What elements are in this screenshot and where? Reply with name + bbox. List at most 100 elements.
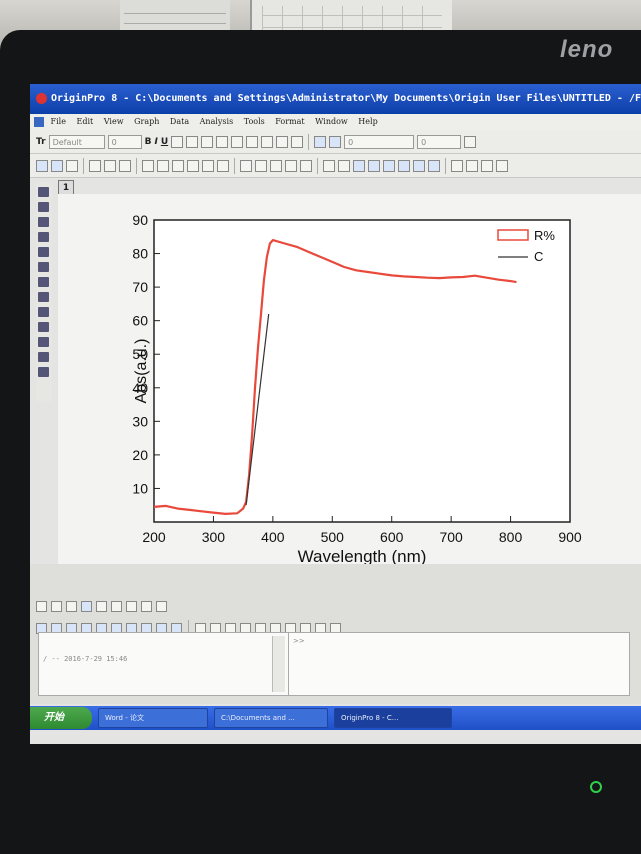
superscript-icon[interactable] — [171, 135, 184, 148]
data-selector-icon[interactable] — [38, 262, 49, 272]
region-icon[interactable] — [38, 307, 49, 317]
axis-l3-icon[interactable] — [217, 159, 229, 172]
template-icon[interactable] — [156, 600, 167, 612]
results-log[interactable]: / -- 2016-7-29 15:46 — [38, 632, 290, 696]
menu-help[interactable]: Help — [358, 117, 377, 126]
taskbar-origin[interactable]: OriginPro 8 - C... — [334, 708, 452, 728]
fill-color-icon[interactable] — [314, 135, 327, 148]
column-icon[interactable] — [270, 159, 282, 172]
axis-square-icon[interactable] — [187, 159, 199, 172]
taskbar-explorer[interactable]: C:\Documents and ... — [214, 708, 328, 728]
rectangle-tool-icon[interactable] — [38, 367, 49, 377]
new-project-icon[interactable] — [323, 159, 335, 172]
new-matrix-icon[interactable] — [383, 159, 395, 172]
zoom-whole-icon[interactable] — [51, 159, 63, 172]
menu-file[interactable]: File — [51, 117, 66, 126]
bold-button[interactable]: B — [145, 137, 152, 147]
menu-window[interactable]: Window — [315, 117, 348, 126]
axis-u-icon[interactable] — [172, 159, 184, 172]
zoom-out-icon[interactable] — [38, 217, 49, 227]
font-size-dropdown[interactable]: 0 — [107, 134, 142, 149]
plot-frame — [153, 219, 571, 523]
text-tool-icon[interactable] — [38, 322, 49, 332]
window-titlebar[interactable]: OriginPro 8 - C:\Documents and Settings\… — [30, 84, 641, 114]
add-layer-icon[interactable] — [66, 159, 78, 172]
new-worksheet-icon[interactable] — [353, 159, 365, 172]
pattern-icon[interactable] — [276, 135, 289, 148]
contour-icon[interactable] — [126, 600, 137, 612]
clock-icon[interactable] — [285, 159, 297, 172]
font-color-icon[interactable] — [291, 135, 304, 148]
align-icon[interactable] — [261, 135, 274, 148]
new-layout-icon[interactable] — [413, 159, 425, 172]
save-template-icon[interactable] — [496, 159, 508, 172]
results-scrollbar[interactable] — [272, 636, 285, 692]
line-width-dropdown[interactable]: 0 — [344, 134, 415, 149]
column-plot-icon[interactable] — [81, 600, 92, 612]
arrow-tool-icon[interactable] — [38, 337, 49, 347]
new-folder-icon[interactable] — [338, 159, 350, 172]
screen-reader-icon[interactable] — [38, 232, 49, 242]
menu-analysis[interactable]: Analysis — [200, 117, 234, 126]
font-dropdown[interactable]: Default — [48, 134, 105, 149]
zoom-in-icon[interactable] — [38, 202, 49, 212]
underline-button[interactable]: U — [161, 137, 168, 147]
new-function-icon[interactable] — [398, 159, 410, 172]
toolbar-separator — [445, 157, 446, 174]
line-symbol-icon[interactable] — [66, 600, 77, 612]
x-tick-label: 500 — [321, 529, 345, 545]
subscript-icon[interactable] — [186, 135, 199, 148]
open-icon[interactable] — [451, 159, 463, 172]
pattern-fill-icon[interactable] — [464, 135, 477, 148]
graph-page[interactable]: 10 20 30 40 50 60 70 80 90 200 300 400 500 600 700 800… — [58, 194, 641, 566]
new-notes-icon[interactable] — [428, 159, 440, 172]
layer-icon-1[interactable] — [89, 159, 101, 172]
taskbar-word[interactable]: Word - 论文 — [98, 708, 208, 728]
mask-icon[interactable] — [38, 292, 49, 302]
draw-data-icon[interactable] — [38, 277, 49, 287]
axis-l2-icon[interactable] — [202, 159, 214, 172]
line-plot-icon[interactable] — [36, 600, 47, 612]
menu-format[interactable]: Format — [275, 117, 304, 126]
command-window[interactable]: >> — [288, 632, 630, 696]
grid-icon[interactable] — [300, 159, 312, 172]
layout-icon[interactable] — [240, 159, 252, 172]
axis-box-icon[interactable] — [157, 159, 169, 172]
new-graph-icon[interactable] — [368, 159, 380, 172]
area-plot-icon[interactable] — [111, 600, 122, 612]
increase-font-icon[interactable] — [231, 135, 244, 148]
fill-width-dropdown[interactable]: 0 — [417, 134, 462, 149]
menu-data[interactable]: Data — [170, 117, 189, 126]
menu-graph[interactable]: Graph — [134, 117, 159, 126]
open-template-icon[interactable] — [466, 159, 478, 172]
italic-button[interactable]: I — [154, 137, 157, 147]
rescale-icon[interactable] — [36, 159, 48, 172]
supersubscript-icon[interactable] — [201, 135, 214, 148]
multi-panel-icon[interactable] — [96, 600, 107, 612]
x-tick-label: 200 — [142, 529, 166, 545]
layer-icon-2[interactable] — [104, 159, 116, 172]
toolbar-separator — [308, 133, 310, 150]
pointer-icon[interactable] — [38, 187, 49, 197]
save-icon[interactable] — [481, 159, 493, 172]
x-tick-label: 900 — [558, 529, 582, 545]
start-button[interactable]: 开始 — [30, 707, 92, 729]
axis-l-icon[interactable] — [142, 159, 154, 172]
y-tick-label: 30 — [132, 413, 148, 429]
data-reader-icon[interactable] — [38, 247, 49, 257]
polar-icon[interactable] — [141, 600, 152, 612]
menu-tools[interactable]: Tools — [244, 117, 265, 126]
decrease-font-icon[interactable] — [246, 135, 259, 148]
menu-edit[interactable]: Edit — [77, 117, 94, 126]
greek-icon[interactable] — [216, 135, 229, 148]
line-color-icon[interactable] — [329, 135, 342, 148]
document-icon[interactable] — [34, 117, 44, 127]
layer-icon-3[interactable] — [119, 159, 131, 172]
table-icon[interactable] — [255, 159, 267, 172]
x-tick-label: 300 — [202, 529, 226, 545]
power-icon[interactable] — [590, 781, 602, 793]
scatter-plot-icon[interactable] — [51, 600, 62, 612]
line-tool-icon[interactable] — [38, 352, 49, 362]
menu-view[interactable]: View — [104, 117, 124, 126]
monitor-brand-logo: leno — [560, 36, 614, 63]
